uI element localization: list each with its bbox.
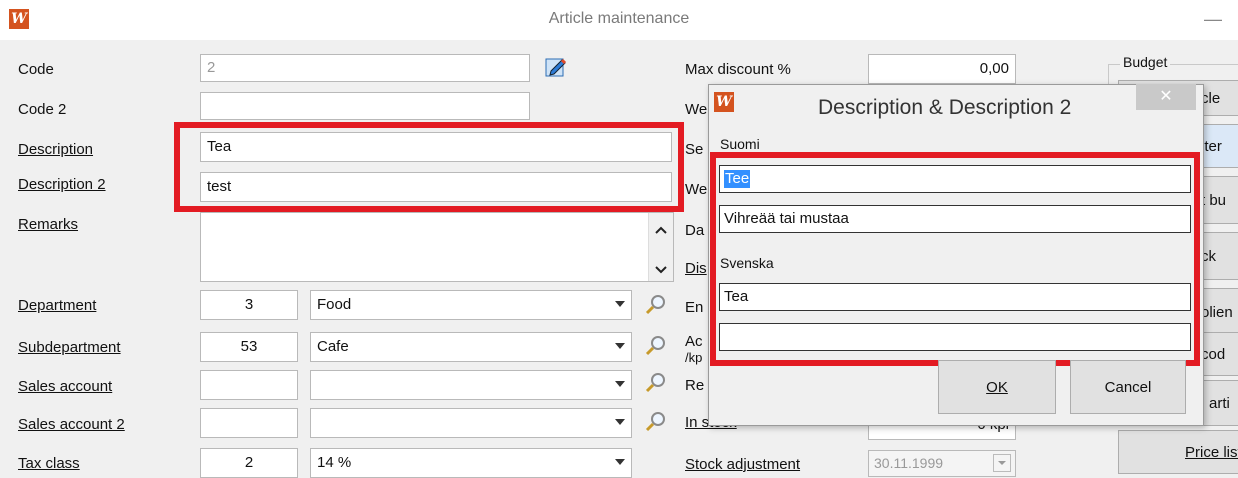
highlight-frame-left bbox=[174, 122, 684, 212]
partial-label-en: En bbox=[685, 299, 704, 316]
dropdown-arrow-icon bbox=[615, 343, 625, 349]
stock-adjustment-value: 30.11.1999 bbox=[874, 455, 944, 471]
subdepartment-label[interactable]: Subdepartment bbox=[18, 339, 121, 356]
department-label[interactable]: Department bbox=[18, 297, 96, 314]
chevron-up-icon[interactable] bbox=[655, 221, 667, 238]
code2-label: Code 2 bbox=[18, 101, 67, 118]
partial-label-dis[interactable]: Dis bbox=[685, 260, 707, 277]
partial-label-we: We bbox=[685, 101, 708, 118]
dropdown-arrow-icon bbox=[615, 381, 625, 387]
dialog-title: Description & Description 2 bbox=[818, 96, 1072, 119]
code-label: Code bbox=[18, 61, 54, 78]
sales-account-select[interactable] bbox=[310, 370, 632, 400]
department-number-field[interactable]: 3 bbox=[200, 290, 298, 320]
remarks-scrollbar[interactable] bbox=[648, 213, 673, 281]
partial-label-ac: Ac bbox=[685, 333, 703, 350]
partial-label-se: Se bbox=[685, 141, 704, 158]
highlight-frame-dialog bbox=[710, 152, 1200, 366]
cancel-button[interactable]: Cancel bbox=[1070, 360, 1186, 414]
description-label[interactable]: Description bbox=[18, 141, 93, 158]
sales-account2-label[interactable]: Sales account 2 bbox=[18, 416, 125, 433]
price-list-button[interactable]: Price list bbox=[1118, 430, 1238, 474]
minimize-button[interactable]: — bbox=[1198, 4, 1228, 34]
dropdown-arrow-icon bbox=[615, 459, 625, 465]
cancel-button-label: Cancel bbox=[1104, 379, 1152, 396]
search-icon[interactable] bbox=[645, 335, 667, 357]
budget-label: Budget bbox=[1120, 54, 1171, 70]
ok-button-label: OK bbox=[986, 379, 1008, 396]
dropdown-arrow-icon bbox=[615, 301, 625, 307]
partial-label-we2: We bbox=[685, 181, 708, 198]
subdepartment-select-value: Cafe bbox=[317, 338, 349, 355]
tax-class-number-field[interactable]: 2 bbox=[200, 448, 298, 478]
max-discount-label: Max discount % bbox=[685, 61, 791, 78]
department-select-value: Food bbox=[317, 296, 352, 313]
edit-icon[interactable] bbox=[545, 56, 567, 78]
sales-account-number-field[interactable] bbox=[200, 370, 298, 400]
stock-adjustment-label[interactable]: Stock adjustment bbox=[685, 456, 800, 473]
search-icon[interactable] bbox=[645, 372, 667, 394]
dropdown-arrow-icon bbox=[615, 419, 625, 425]
tax-class-label[interactable]: Tax class bbox=[18, 455, 80, 472]
department-select[interactable]: Food bbox=[310, 290, 632, 320]
subdepartment-select[interactable]: Cafe bbox=[310, 332, 632, 362]
close-icon[interactable]: ✕ bbox=[1136, 84, 1196, 110]
chevron-down-icon[interactable] bbox=[655, 261, 667, 278]
code-field[interactable]: 2 bbox=[200, 54, 530, 82]
description2-label[interactable]: Description 2 bbox=[18, 176, 106, 193]
tax-class-select[interactable]: 14 % bbox=[310, 448, 632, 478]
search-icon[interactable] bbox=[645, 294, 667, 316]
remarks-textarea[interactable] bbox=[200, 212, 674, 282]
code2-field[interactable] bbox=[200, 92, 530, 120]
subdepartment-number-field[interactable]: 53 bbox=[200, 332, 298, 362]
partial-label-da: Da bbox=[685, 222, 705, 239]
search-icon[interactable] bbox=[645, 411, 667, 433]
calendar-dropdown-icon[interactable] bbox=[993, 454, 1011, 472]
partial-label-re: Re bbox=[685, 377, 705, 394]
sales-account2-number-field[interactable] bbox=[200, 408, 298, 438]
partial-label-kp: /kp bbox=[685, 350, 703, 365]
tax-class-select-value: 14 % bbox=[317, 454, 352, 471]
ok-button[interactable]: OK bbox=[938, 360, 1056, 414]
sales-account2-select[interactable] bbox=[310, 408, 632, 438]
sales-account-label[interactable]: Sales account bbox=[18, 378, 112, 395]
window-title: Article maintenance bbox=[548, 10, 690, 27]
remarks-label[interactable]: Remarks bbox=[18, 216, 78, 233]
max-discount-field[interactable]: 0,00 bbox=[868, 54, 1016, 84]
stock-adjustment-field[interactable]: 30.11.1999 bbox=[868, 450, 1016, 477]
dialog-logo: W bbox=[714, 92, 734, 112]
suomi-label: Suomi bbox=[720, 136, 760, 152]
